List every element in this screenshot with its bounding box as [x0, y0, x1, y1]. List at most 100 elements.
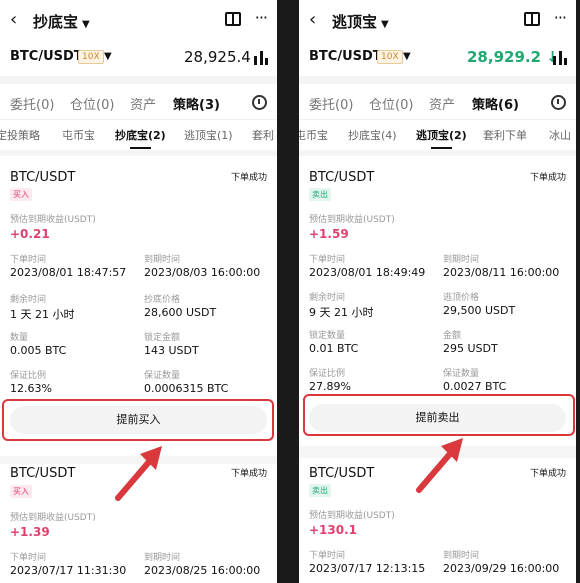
caret-down-icon: ▼ — [82, 19, 90, 30]
last-price: 28,925.4 — [184, 48, 251, 66]
field-value: 2023/08/01 18:49:49 — [309, 266, 426, 279]
highlight-box — [2, 399, 274, 441]
main-tabs: 委托(0) 仓位(0) 资产 策略(3) — [0, 84, 277, 120]
field-value: 27.89% — [309, 380, 351, 393]
tab-positions[interactable]: 仓位(0) — [369, 94, 413, 113]
field-value: 0.005 BTC — [10, 344, 67, 357]
chart-icon[interactable] — [254, 51, 268, 65]
leverage-badge: 10X — [78, 50, 104, 64]
highlight-box — [303, 394, 575, 436]
field-label: 锁定数量 — [309, 331, 346, 341]
pair-selector[interactable]: BTC/USDT — [10, 49, 83, 64]
caret-down-icon: ▼ — [381, 19, 389, 30]
field-value: 28,600 USDT — [144, 306, 217, 319]
chart-icon[interactable] — [553, 51, 567, 65]
right-panel: ‹ 逃顶宝▼ ··· BTC/USDT 10X ▼ 28,929.2 ↓ 委托(… — [299, 0, 576, 583]
field-value: 2023/08/01 18:47:57 — [10, 266, 127, 279]
field-value: 0.0027 BTC — [443, 380, 507, 393]
leverage-badge: 10X — [377, 50, 403, 64]
field-value: 2023/07/17 12:13:15 — [309, 562, 426, 575]
field-label: 到期时间 — [144, 553, 181, 563]
book-icon[interactable] — [524, 12, 540, 26]
status-badge: 下单成功 — [230, 469, 267, 479]
subtab-hodl[interactable]: 屯币宝 — [62, 127, 95, 143]
field-label: 下单时间 — [309, 255, 346, 265]
history-icon[interactable] — [252, 95, 267, 110]
card-pair: BTC/USDT — [309, 466, 375, 481]
spacer — [299, 76, 576, 84]
subtab-buy-low[interactable]: 抄底宝(4) — [348, 127, 397, 143]
caret-down-icon[interactable]: ▼ — [104, 51, 112, 62]
side-badge: 买入 — [10, 485, 32, 498]
strategy-subtabs: 定投策略 屯币宝 抄底宝(2) 逃顶宝(1) 套利 — [0, 120, 277, 150]
field-label: 剩余时间 — [10, 295, 47, 305]
strategy-subtabs: 屯币宝 抄底宝(4) 逃顶宝(2) 套利下单 冰山 — [299, 120, 576, 150]
subtab-dca[interactable]: 定投策略 — [0, 127, 40, 143]
field-label: 保证比例 — [10, 371, 47, 381]
tab-strategies[interactable]: 策略(3) — [173, 94, 220, 113]
more-icon[interactable]: ··· — [554, 8, 567, 27]
card-pair: BTC/USDT — [10, 170, 76, 185]
subtab-iceberg[interactable]: 冰山 — [549, 127, 571, 143]
est-profit-value: +130.1 — [309, 523, 358, 537]
tab-positions[interactable]: 仓位(0) — [70, 94, 114, 113]
page-title[interactable]: 逃顶宝 ▼ — [332, 11, 389, 32]
tab-orders[interactable]: 委托(0) — [10, 94, 54, 113]
field-label: 数量 — [10, 333, 29, 343]
est-profit-value: +0.21 — [10, 227, 50, 241]
field-label: 保证数量 — [443, 369, 480, 379]
est-profit-label: 预估到期收益(USDT) — [309, 511, 395, 521]
back-arrow-icon[interactable]: ‹ — [10, 9, 17, 30]
pair-selector[interactable]: BTC/USDT — [309, 49, 382, 64]
pair-bar: BTC/USDT 10X ▼ 28,929.2 ↓ — [299, 40, 576, 76]
subtab-arbitrage[interactable]: 套利 — [252, 127, 274, 143]
field-label: 下单时间 — [10, 255, 47, 265]
field-value: 2023/07/17 11:31:30 — [10, 564, 127, 577]
est-profit-value: +1.59 — [309, 227, 349, 241]
side-badge: 卖出 — [309, 484, 331, 497]
side-badge: 卖出 — [309, 188, 331, 201]
spacer — [0, 76, 277, 84]
field-value: 0.0006315 BTC — [144, 382, 229, 395]
field-label: 下单时间 — [10, 553, 47, 563]
back-arrow-icon[interactable]: ‹ — [309, 9, 316, 30]
tab-assets[interactable]: 资产 — [130, 94, 156, 113]
subtab-hodl[interactable]: 屯币宝 — [299, 127, 328, 143]
subtab-arbitrage-order[interactable]: 套利下单 — [483, 127, 527, 143]
header: ‹ 逃顶宝 ▼ ··· — [299, 0, 576, 40]
field-label: 剩余时间 — [309, 293, 346, 303]
field-label: 下单时间 — [309, 551, 346, 561]
field-value: 295 USDT — [443, 342, 498, 355]
subtab-sell-high[interactable]: 逃顶宝(1) — [184, 127, 233, 143]
field-label: 到期时间 — [144, 255, 181, 265]
tab-strategies[interactable]: 策略(6) — [472, 94, 519, 113]
history-icon[interactable] — [551, 95, 566, 110]
field-label: 逃顶价格 — [443, 293, 480, 303]
card-pair: BTC/USDT — [309, 170, 375, 185]
panel-divider — [277, 0, 299, 583]
status-badge: 下单成功 — [529, 173, 566, 183]
left-panel: ‹ 抄底宝 ▼ ··· BTC/USDT 10X ▼ 28,925.4 委托(0)… — [0, 0, 277, 583]
field-label: 金额 — [443, 331, 462, 341]
field-value: 0.01 BTC — [309, 342, 359, 355]
page-title[interactable]: 抄底宝 ▼ — [33, 11, 90, 32]
field-label: 到期时间 — [443, 255, 480, 265]
field-value: 2023/08/11 16:00:00 — [443, 266, 560, 279]
pointer-arrow-icon — [115, 446, 162, 501]
field-label: 抄底价格 — [144, 295, 181, 305]
subtab-buy-low[interactable]: 抄底宝(2) — [115, 127, 166, 149]
field-label: 锁定金额 — [144, 333, 181, 343]
subtab-sell-high[interactable]: 逃顶宝(2) — [416, 127, 467, 149]
pair-bar: BTC/USDT 10X ▼ 28,925.4 — [0, 40, 277, 76]
tab-orders[interactable]: 委托(0) — [309, 94, 353, 113]
tab-assets[interactable]: 资产 — [429, 94, 455, 113]
field-value: 12.63% — [10, 382, 52, 395]
field-value: 2023/08/03 16:00:00 — [144, 266, 261, 279]
book-icon[interactable] — [225, 12, 241, 26]
field-value: 143 USDT — [144, 344, 199, 357]
field-value: 2023/09/29 16:00:00 — [443, 562, 560, 575]
field-value: 29,500 USDT — [443, 304, 516, 317]
more-icon[interactable]: ··· — [255, 8, 268, 27]
caret-down-icon[interactable]: ▼ — [403, 51, 411, 62]
field-value: 9 天 21 小时 — [309, 306, 374, 319]
